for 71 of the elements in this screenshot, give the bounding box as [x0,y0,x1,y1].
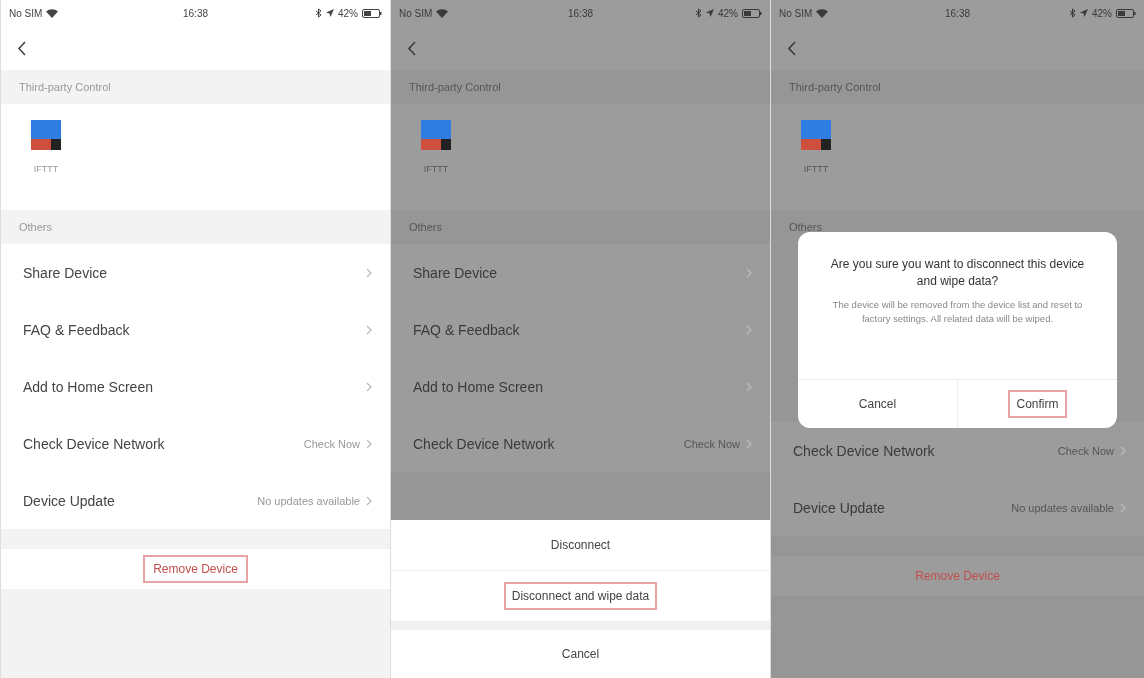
chevron-icon [1120,502,1126,513]
dialog-button[interactable]: Confirm [1008,390,1067,418]
battery-percent: 42% [1092,7,1112,19]
row-value: No updates available [257,494,360,507]
row-label[interactable]: Share Device [413,264,746,281]
row-value: Check Now [303,437,360,450]
battery-percent: 42% [718,7,738,19]
tile-label: IFTTT [423,164,449,174]
wifi-icon [436,8,449,18]
section-header: Third-party Control [789,81,881,93]
chevron-icon [366,495,372,506]
location-icon [706,9,714,17]
bluetooth-icon [1070,8,1076,18]
section-header: Others [409,221,442,233]
row-label[interactable]: Device Update [23,492,258,509]
battery-icon [362,8,382,18]
row-label[interactable]: Check Device Network [793,442,1058,459]
row-label[interactable]: FAQ & Feedback [23,321,366,338]
app-tile-icon[interactable] [31,120,61,150]
dialog-title: Are you sure you want to disconnect this device and wipe data? [829,256,1086,290]
carrier-text: No SIM [399,7,433,19]
row-label[interactable]: Add to Home Screen [413,378,746,395]
app-tile-icon[interactable] [421,120,451,150]
battery-icon [1116,8,1136,18]
row-label[interactable]: Check Device Network [23,435,304,452]
clock-time: 16:38 [568,7,593,19]
wifi-icon [46,8,59,18]
sheet-option[interactable]: Disconnect [542,531,619,559]
section-header: Others [789,221,822,233]
sheet-option[interactable]: Disconnect and wipe data [503,582,658,610]
cancel-button[interactable]: Cancel [553,640,608,668]
row-value: Check Now [1057,444,1114,457]
section-header: Others [19,221,52,233]
row-label[interactable]: Check Device Network [413,435,684,452]
row-label[interactable]: FAQ & Feedback [413,321,746,338]
row-label[interactable]: Add to Home Screen [23,378,366,395]
carrier-text: No SIM [779,7,813,19]
chevron-icon [366,438,372,449]
chevron-icon [746,267,752,278]
row-value: No updates available [1011,501,1114,514]
chevron-icon [746,381,752,392]
location-icon [1080,9,1088,17]
tile-label: IFTTT [803,164,829,174]
battery-icon [742,8,762,18]
row-label[interactable]: Device Update [793,499,1012,516]
location-icon [326,9,334,17]
back-icon[interactable] [787,40,796,56]
app-tile-icon[interactable] [801,120,831,150]
dialog-message: The device will be removed from the device list and reset to factory settings. All related data will be wiped. [831,298,1084,326]
row-label[interactable]: Share Device [23,264,366,281]
row-value: Check Now [683,437,740,450]
bluetooth-icon [696,8,702,18]
back-icon[interactable] [407,40,416,56]
chevron-icon [1120,445,1126,456]
tile-label: IFTTT [33,164,59,174]
remove-device-button[interactable]: Remove Device [143,555,248,583]
dialog-button[interactable]: Cancel [850,390,905,418]
carrier-text: No SIM [9,7,43,19]
battery-percent: 42% [338,7,358,19]
bluetooth-icon [316,8,322,18]
section-header: Third-party Control [19,81,111,93]
wifi-icon [816,8,829,18]
clock-time: 16:38 [945,7,970,19]
back-icon[interactable] [17,40,26,56]
chevron-icon [746,438,752,449]
section-header: Third-party Control [409,81,501,93]
chevron-icon [366,267,372,278]
chevron-icon [366,324,372,335]
chevron-icon [746,324,752,335]
chevron-icon [366,381,372,392]
clock-time: 16:38 [183,7,208,19]
